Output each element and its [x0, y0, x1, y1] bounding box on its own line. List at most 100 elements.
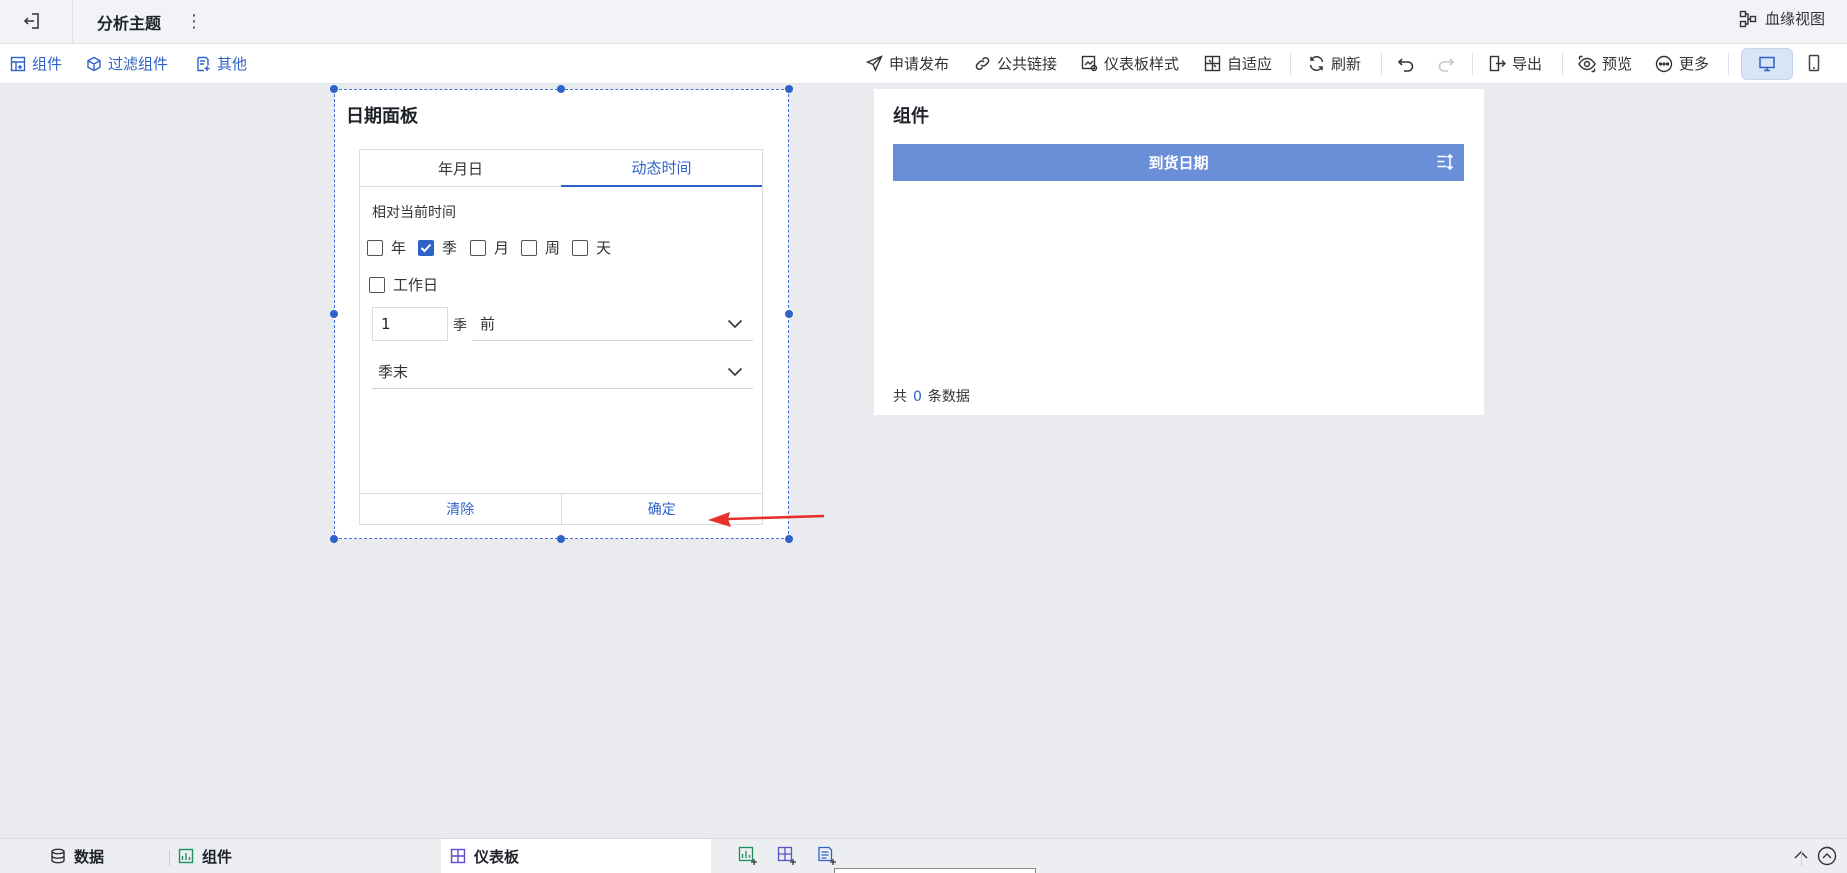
resize-handle[interactable] [330, 310, 338, 318]
tab-data[interactable]: 数据 [50, 839, 104, 873]
checkbox-label: 工作日 [393, 276, 439, 294]
checkbox-box [521, 239, 538, 256]
period-point-select[interactable]: 季末 [372, 355, 753, 389]
annotation-arrow-icon [708, 512, 825, 527]
direction-value: 前 [480, 315, 496, 333]
divider [1728, 53, 1729, 75]
divider [1801, 850, 1802, 866]
lineage-view-button[interactable]: 血缘视图 [1739, 8, 1825, 29]
add-report-tab-icon[interactable] [817, 846, 837, 866]
tab-year-month-day[interactable]: 年月日 [360, 150, 561, 186]
other-label: 其他 [217, 55, 248, 73]
count-suffix: 条数据 [927, 389, 970, 405]
table-column-header[interactable]: 到货日期 [893, 144, 1464, 181]
desktop-icon [1759, 56, 1775, 72]
chevron-down-icon [727, 367, 743, 376]
checkbox-label: 年 [391, 239, 407, 257]
add-dashboard-tab-icon[interactable] [777, 846, 797, 866]
preview-button[interactable]: 预览 [1578, 44, 1632, 83]
resize-handle[interactable] [785, 85, 793, 93]
lineage-icon [1739, 10, 1757, 27]
offset-number-input[interactable] [372, 307, 448, 341]
desktop-view-button[interactable] [1741, 48, 1793, 80]
clear-button[interactable]: 清除 [360, 494, 561, 524]
resize-handle[interactable] [557, 85, 565, 93]
direction-select[interactable]: 前 [472, 307, 753, 341]
redo-button[interactable] [1437, 44, 1455, 83]
style-icon [1081, 55, 1098, 72]
redo-icon [1438, 57, 1455, 72]
divider [1290, 53, 1291, 75]
preview-label: 预览 [1602, 55, 1633, 73]
component-widget[interactable]: 组件 到货日期 共 0 条数据 [874, 89, 1484, 415]
count-prefix: 共 [893, 389, 907, 405]
period-point-value: 季末 [378, 363, 409, 381]
adaptive-button[interactable]: 自适应 [1204, 44, 1272, 83]
tab-dashboard-label: 仪表板 [474, 847, 520, 866]
dashboard-icon [450, 848, 466, 864]
export-icon [1489, 55, 1506, 72]
adaptive-icon [1204, 55, 1221, 72]
divider [1381, 53, 1382, 75]
add-component-button[interactable]: 组件 [10, 44, 62, 83]
checkbox-box [369, 276, 385, 293]
time-unit-checkboxes: 年 季 月 周 天 [367, 237, 623, 258]
divider [1562, 53, 1563, 75]
checkbox-box-checked [418, 239, 435, 256]
checkbox-box [572, 239, 589, 256]
tab-dashboard[interactable]: 仪表板 [450, 839, 519, 873]
resize-handle[interactable] [785, 535, 793, 543]
filter-component-icon [87, 56, 101, 71]
checkbox-box [470, 239, 487, 256]
add-component-tab-icon[interactable] [738, 846, 758, 866]
refresh-button[interactable]: 刷新 [1308, 44, 1361, 83]
sort-icon[interactable] [1436, 153, 1454, 171]
date-picker: 年月日 动态时间 相对当前时间 年 季 月 周 天 工作日 1 季 前 季末 清… [359, 149, 763, 525]
toolbar: 组件 过滤组件 其他 申请发布 公共链接 仪表板样式 自适应 刷新 导出 预览 … [0, 44, 1847, 84]
filter-component-label: 过滤组件 [108, 55, 169, 73]
checkbox-label: 周 [545, 239, 561, 257]
page-title: 分析主题 [97, 14, 162, 33]
chevron-down-icon [727, 319, 743, 328]
tooltip-fragment [834, 868, 1036, 873]
check-icon [420, 243, 432, 252]
export-button[interactable]: 导出 [1489, 44, 1542, 83]
dashboard-style-button[interactable]: 仪表板样式 [1081, 44, 1179, 83]
resize-handle[interactable] [330, 535, 338, 543]
send-icon [866, 55, 883, 72]
checkbox-day[interactable]: 天 [572, 237, 611, 258]
checkbox-month[interactable]: 月 [470, 237, 509, 258]
undo-icon [1397, 57, 1414, 72]
checkbox-year[interactable]: 年 [367, 237, 406, 258]
date-picker-tabs: 年月日 动态时间 [360, 150, 762, 187]
more-button[interactable]: 更多 [1655, 44, 1709, 83]
public-link-label: 公共链接 [997, 55, 1058, 73]
resize-handle[interactable] [557, 535, 565, 543]
widget-title: 日期面板 [346, 106, 418, 127]
collapse-up-icon[interactable] [1817, 846, 1837, 866]
more-options-icon[interactable]: ⋮ [184, 8, 204, 34]
public-link-button[interactable]: 公共链接 [974, 44, 1057, 83]
mobile-view-button[interactable] [1799, 48, 1829, 78]
refresh-label: 刷新 [1331, 55, 1362, 73]
resize-handle[interactable] [330, 85, 338, 93]
other-icon [197, 56, 210, 71]
tab-component-label: 组件 [202, 847, 233, 866]
checkbox-quarter[interactable]: 季 [418, 237, 457, 258]
resize-handle[interactable] [785, 310, 793, 318]
filter-component-button[interactable]: 过滤组件 [86, 44, 168, 83]
checkbox-workday[interactable]: 工作日 [369, 274, 438, 295]
date-panel-widget[interactable]: 日期面板 年月日 动态时间 相对当前时间 年 季 月 周 天 工作日 1 季 前… [334, 89, 789, 539]
checkbox-week[interactable]: 周 [521, 237, 560, 258]
undo-button[interactable] [1397, 44, 1415, 83]
add-component-icon [10, 56, 26, 71]
tab-component[interactable]: 组件 [178, 839, 232, 873]
exit-button[interactable] [16, 6, 48, 36]
checkbox-label: 天 [596, 239, 612, 257]
publish-button[interactable]: 申请发布 [866, 44, 949, 83]
column-header-label: 到货日期 [1148, 154, 1209, 172]
tab-dynamic-time[interactable]: 动态时间 [561, 150, 762, 187]
publish-label: 申请发布 [889, 55, 950, 73]
lineage-label: 血缘视图 [1764, 10, 1825, 28]
other-button[interactable]: 其他 [195, 44, 247, 83]
